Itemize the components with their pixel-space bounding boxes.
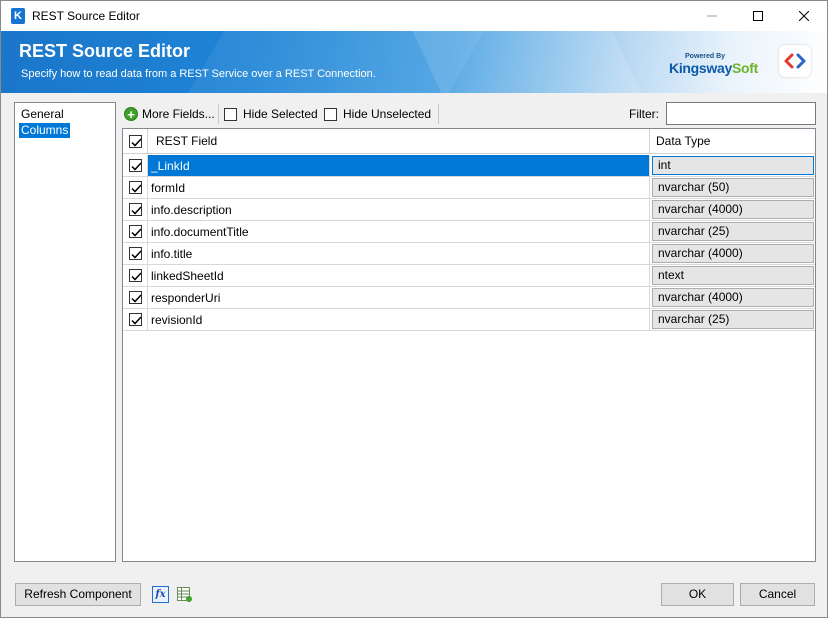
data-type-cell: nvarchar (25)	[650, 309, 815, 331]
data-type-cell: nvarchar (4000)	[650, 287, 815, 309]
data-type-field[interactable]: int	[652, 156, 814, 175]
kingsway-app-icon: K	[11, 8, 25, 24]
minimize-button[interactable]	[689, 1, 735, 31]
data-type-cell: nvarchar (4000)	[650, 199, 815, 221]
code-brackets-icon	[779, 45, 811, 77]
columns-grid: REST Field Data Type _LinkId int formId nva…	[122, 128, 816, 562]
row-checkbox[interactable]	[129, 291, 142, 304]
data-type-cell: nvarchar (4000)	[650, 243, 815, 265]
row-check-cell	[123, 287, 148, 309]
banner-subtitle: Specify how to read data from a REST Ser…	[21, 68, 376, 80]
rest-field-cell[interactable]: linkedSheetId	[148, 265, 650, 287]
rest-field-cell[interactable]: info.documentTitle	[148, 221, 650, 243]
select-all-checkbox[interactable]	[129, 135, 142, 148]
data-type-field[interactable]: nvarchar (4000)	[652, 244, 814, 263]
checkmark-icon	[131, 316, 142, 325]
checkmark-icon	[131, 250, 142, 259]
header-banner: REST Source Editor Specify how to read d…	[1, 31, 827, 93]
column-header-rest-field[interactable]: REST Field	[148, 129, 650, 154]
maximize-button[interactable]	[735, 1, 781, 31]
row-checkbox[interactable]	[129, 225, 142, 238]
close-button[interactable]	[781, 1, 827, 31]
row-checkbox[interactable]	[129, 269, 142, 282]
row-check-cell	[123, 309, 148, 331]
grid-header: REST Field Data Type	[123, 129, 815, 154]
table-row[interactable]: info.documentTitle nvarchar (25)	[123, 221, 815, 243]
title-bar: K REST Source Editor	[1, 1, 827, 31]
rest-field-cell[interactable]: info.description	[148, 199, 650, 221]
table-row[interactable]: linkedSheetId ntext	[123, 265, 815, 287]
data-type-field[interactable]: nvarchar (4000)	[652, 288, 814, 307]
row-check-cell	[123, 177, 148, 199]
rest-field-cell[interactable]: revisionId	[148, 309, 650, 331]
checkmark-icon	[131, 206, 142, 215]
row-check-cell	[123, 221, 148, 243]
hide-unselected-label: Hide Unselected	[343, 107, 432, 121]
rest-field-cell[interactable]: info.title	[148, 243, 650, 265]
nav-item-general[interactable]: General	[19, 107, 66, 122]
checkmark-icon	[131, 162, 142, 171]
minimize-icon	[707, 15, 717, 17]
nav-item-columns[interactable]: Columns	[19, 123, 71, 138]
maximize-icon	[753, 11, 763, 21]
left-navigation: General Columns	[14, 102, 116, 562]
close-icon	[799, 11, 809, 21]
refresh-component-button[interactable]: Refresh Component	[15, 583, 141, 606]
checkmark-icon	[131, 294, 142, 303]
cancel-button[interactable]: Cancel	[740, 583, 815, 606]
data-type-field[interactable]: nvarchar (25)	[652, 310, 814, 329]
data-type-cell: ntext	[650, 265, 815, 287]
hide-selected-label: Hide Selected	[243, 107, 318, 121]
add-circle-icon: +	[124, 107, 138, 122]
fx-expression-icon[interactable]: fx	[152, 586, 169, 603]
row-checkbox[interactable]	[129, 181, 142, 194]
more-fields-label: More Fields...	[142, 107, 215, 121]
checkmark-icon	[131, 272, 142, 281]
data-type-cell: nvarchar (50)	[650, 177, 815, 199]
row-check-cell	[123, 265, 148, 287]
filter-input[interactable]	[666, 102, 816, 125]
ok-button[interactable]: OK	[661, 583, 734, 606]
data-type-field[interactable]: nvarchar (50)	[652, 178, 814, 197]
columns-toolbar: + More Fields... Hide Selected Hide Unse…	[122, 102, 816, 126]
more-fields-button[interactable]: + More Fields...	[124, 102, 215, 126]
data-type-cell: nvarchar (25)	[650, 221, 815, 243]
data-type-field[interactable]: ntext	[652, 266, 814, 285]
data-type-field[interactable]: nvarchar (25)	[652, 222, 814, 241]
data-type-field[interactable]: nvarchar (4000)	[652, 200, 814, 219]
rest-source-editor-window: K REST Source Editor REST Source Editor …	[0, 0, 828, 618]
table-row[interactable]: revisionId nvarchar (25)	[123, 309, 815, 331]
hide-unselected-toggle[interactable]: Hide Unselected	[324, 102, 431, 126]
table-row[interactable]: _LinkId int	[123, 155, 815, 177]
table-row[interactable]: responderUri nvarchar (4000)	[123, 287, 815, 309]
table-row[interactable]: info.description nvarchar (4000)	[123, 199, 815, 221]
row-check-cell	[123, 243, 148, 265]
hide-selected-checkbox[interactable]	[224, 107, 237, 121]
rest-field-cell[interactable]: _LinkId	[148, 155, 650, 177]
row-check-cell	[123, 199, 148, 221]
data-type-cell: int	[650, 155, 815, 177]
row-check-cell	[123, 155, 148, 177]
table-row[interactable]: formId nvarchar (50)	[123, 177, 815, 199]
row-checkbox[interactable]	[129, 313, 142, 326]
hide-selected-toggle[interactable]: Hide Selected	[224, 102, 318, 126]
window-title: REST Source Editor	[32, 9, 140, 23]
checkmark-icon	[131, 184, 142, 193]
row-checkbox[interactable]	[129, 247, 142, 260]
row-checkbox[interactable]	[129, 159, 142, 172]
banner-title: REST Source Editor	[19, 41, 191, 61]
kingswaysoft-logo: Powered By KingswaySoft	[669, 53, 761, 81]
table-row[interactable]: info.title nvarchar (4000)	[123, 243, 815, 265]
rest-field-cell[interactable]: responderUri	[148, 287, 650, 309]
row-checkbox[interactable]	[129, 203, 142, 216]
logo-brand: KingswaySoft	[669, 60, 758, 76]
select-all-cell	[123, 129, 148, 154]
rest-field-cell[interactable]: formId	[148, 177, 650, 199]
filter-label: Filter:	[629, 107, 659, 121]
checkmark-icon	[131, 228, 142, 237]
column-header-data-type[interactable]: Data Type	[650, 129, 815, 154]
logo-powered-by: Powered By	[685, 53, 726, 60]
hide-unselected-checkbox[interactable]	[324, 107, 337, 121]
column-mapping-icon[interactable]	[176, 586, 193, 603]
